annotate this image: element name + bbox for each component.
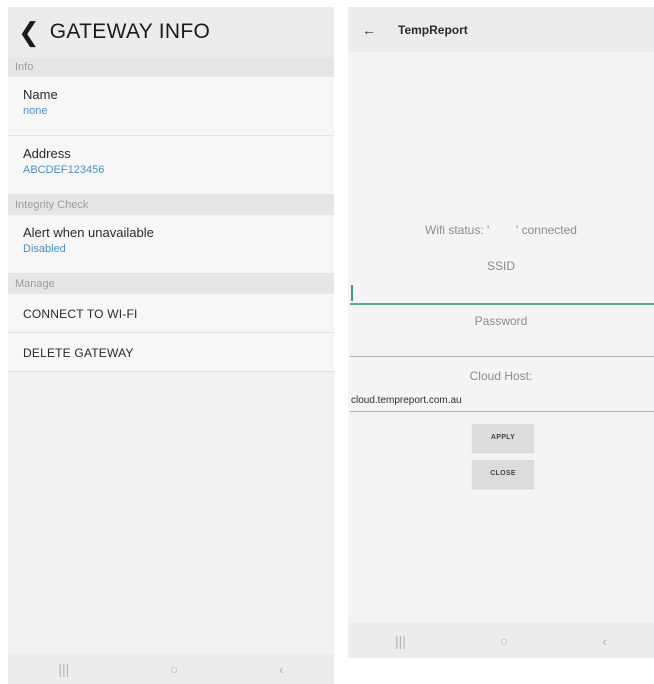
address-row[interactable]: Address ABCDEF123456 — [8, 136, 334, 195]
password-input[interactable] — [350, 356, 654, 357]
alert-label: Alert when unavailable — [23, 225, 154, 240]
wifi-status-text: Wifi status: ' ' connected — [425, 223, 577, 237]
name-label: Name — [23, 87, 58, 102]
back-arrow-icon[interactable]: ← — [362, 22, 376, 38]
page-title: GATEWAY INFO — [49, 20, 211, 43]
connect-wifi-item[interactable]: CONNECT TO WI-FI — [8, 294, 334, 333]
apply-button[interactable]: APPLY — [472, 424, 534, 452]
section-header-integrity: Integrity Check — [8, 195, 334, 215]
section-header-info: Info — [8, 57, 334, 77]
close-button[interactable]: CLOSE — [472, 460, 534, 488]
connect-wifi-label: CONNECT TO WI-FI — [23, 307, 138, 321]
app-bar: ← TempReport — [348, 7, 654, 52]
delete-gateway-item[interactable]: DELETE GATEWAY — [8, 333, 334, 372]
system-nav-bar: ||| ○ ‹ — [348, 623, 654, 658]
ssid-label: SSID — [486, 259, 515, 273]
app-title: TempReport — [398, 22, 468, 37]
back-icon[interactable]: ‹ — [602, 633, 607, 649]
delete-gateway-label: DELETE GATEWAY — [23, 346, 134, 360]
name-value: none — [23, 105, 48, 117]
gateway-info-header: ❮ GATEWAY INFO — [8, 7, 334, 57]
system-nav-bar: ||| ○ ‹ — [8, 654, 334, 684]
text-cursor — [351, 285, 353, 301]
home-icon[interactable]: ○ — [500, 633, 508, 649]
recents-icon[interactable]: ||| — [58, 661, 69, 677]
back-icon[interactable]: ‹ — [279, 661, 284, 677]
home-icon[interactable]: ○ — [170, 661, 178, 677]
alert-value: Disabled — [23, 243, 66, 255]
alert-row[interactable]: Alert when unavailable Disabled — [8, 215, 334, 274]
cloud-host-label: Cloud Host: — [469, 369, 533, 383]
recents-icon[interactable]: ||| — [395, 633, 406, 649]
name-row[interactable]: Name none — [8, 77, 334, 136]
back-chevron-icon[interactable]: ❮ — [18, 19, 40, 45]
address-label: Address — [23, 146, 71, 161]
ssid-input[interactable] — [350, 283, 654, 305]
password-label: Password — [474, 314, 528, 328]
tempreport-wifi-screen: ← TempReport Wifi status: ' ' connected … — [348, 7, 654, 658]
address-value: ABCDEF123456 — [23, 164, 105, 176]
cloud-host-underline — [350, 411, 654, 412]
gateway-info-screen: ❮ GATEWAY INFO Info Name none Address AB… — [8, 7, 334, 684]
cloud-host-input[interactable]: cloud.tempreport.com.au — [351, 395, 462, 406]
section-header-manage: Manage — [8, 274, 334, 294]
